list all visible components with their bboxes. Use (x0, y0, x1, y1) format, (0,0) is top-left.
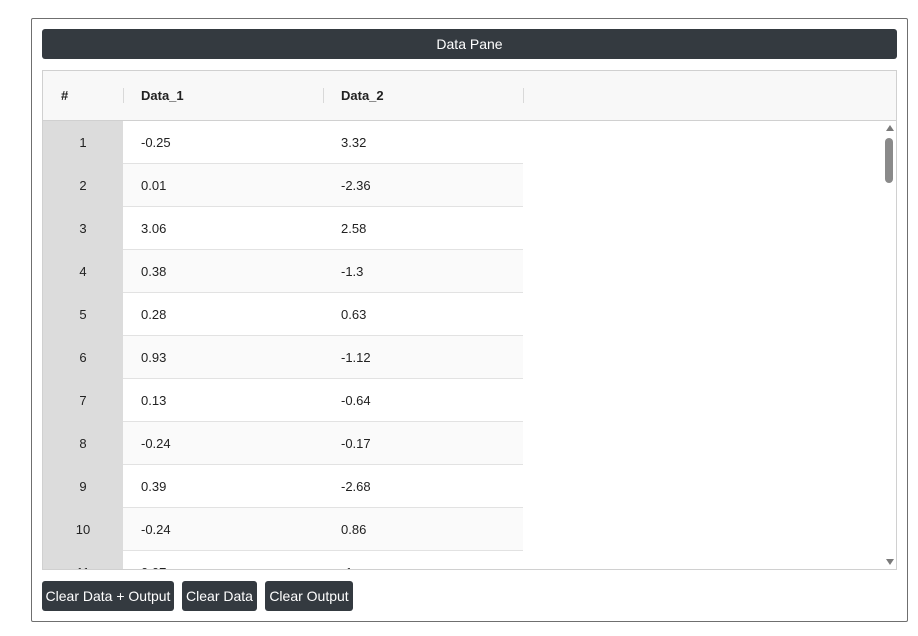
row-index-cell[interactable]: 6 (43, 336, 123, 379)
pane-title: Data Pane (42, 29, 897, 59)
data-pane: Data Pane # Data_1 Data_2 1 -0.25 3.32 2… (31, 18, 908, 622)
row-index-cell[interactable]: 10 (43, 508, 123, 551)
data-1-cell[interactable]: 0.93 (141, 336, 166, 378)
data-2-cell[interactable]: -2.68 (341, 465, 371, 507)
data-1-cell[interactable]: 3.06 (141, 207, 166, 249)
row-index-cell[interactable]: 4 (43, 250, 123, 293)
table-row[interactable]: 7 0.13 -0.64 (43, 379, 523, 422)
row-index-cell[interactable]: 7 (43, 379, 123, 422)
data-2-cell[interactable]: 2.58 (341, 207, 366, 249)
row-index-cell[interactable]: 1 (43, 121, 123, 164)
column-resize-handle[interactable] (323, 88, 324, 103)
table-row[interactable]: 10 -0.24 0.86 (43, 508, 523, 551)
data-2-cell[interactable]: -1.3 (341, 250, 363, 292)
row-index-cell[interactable]: 8 (43, 422, 123, 465)
column-header-data-2[interactable]: Data_2 (341, 71, 384, 120)
data-2-cell[interactable]: 3.32 (341, 121, 366, 163)
data-2-cell[interactable]: -2.36 (341, 164, 371, 206)
table-row[interactable]: 6 0.93 -1.12 (43, 336, 523, 379)
data-2-cell[interactable]: 0.63 (341, 293, 366, 335)
data-2-cell[interactable]: 0.86 (341, 508, 366, 550)
data-2-cell[interactable]: -1.12 (341, 336, 371, 378)
data-2-cell[interactable]: -1 (341, 551, 353, 570)
column-header-data-1[interactable]: Data_1 (141, 71, 184, 120)
row-index-cell[interactable]: 9 (43, 465, 123, 508)
data-1-cell[interactable]: 0.39 (141, 465, 166, 507)
data-2-cell[interactable]: -0.17 (341, 422, 371, 464)
grid-header: # Data_1 Data_2 (43, 71, 896, 121)
vertical-scrollbar[interactable] (883, 121, 896, 569)
data-grid: # Data_1 Data_2 1 -0.25 3.32 2 0.01 -2.3… (42, 70, 897, 570)
table-row[interactable]: 1 -0.25 3.32 (43, 121, 523, 164)
clear-output-button[interactable]: Clear Output (265, 581, 353, 611)
column-header-index[interactable]: # (61, 71, 68, 120)
table-row[interactable]: 3 3.06 2.58 (43, 207, 523, 250)
table-row[interactable]: 8 -0.24 -0.17 (43, 422, 523, 465)
row-index-cell[interactable]: 2 (43, 164, 123, 207)
scroll-up-arrow-icon[interactable] (886, 125, 894, 131)
table-row[interactable]: 11 0.07 -1 (43, 551, 523, 569)
clear-data-and-output-button[interactable]: Clear Data + Output (42, 581, 174, 611)
data-1-cell[interactable]: -0.25 (141, 121, 171, 163)
grid-body: 1 -0.25 3.32 2 0.01 -2.36 3 3.06 2.58 4 … (43, 121, 883, 569)
row-index-cell[interactable]: 11 (43, 551, 123, 569)
column-resize-handle[interactable] (523, 88, 524, 103)
column-resize-handle[interactable] (123, 88, 124, 103)
row-index-cell[interactable]: 3 (43, 207, 123, 250)
clear-data-button[interactable]: Clear Data (182, 581, 257, 611)
data-1-cell[interactable]: 0.38 (141, 250, 166, 292)
table-row[interactable]: 2 0.01 -2.36 (43, 164, 523, 207)
data-1-cell[interactable]: -0.24 (141, 422, 171, 464)
scrollbar-thumb[interactable] (885, 138, 893, 183)
scroll-down-arrow-icon[interactable] (886, 559, 894, 565)
data-1-cell[interactable]: -0.24 (141, 508, 171, 550)
data-1-cell[interactable]: 0.07 (141, 551, 166, 570)
row-index-cell[interactable]: 5 (43, 293, 123, 336)
data-1-cell[interactable]: 0.28 (141, 293, 166, 335)
data-2-cell[interactable]: -0.64 (341, 379, 371, 421)
table-row[interactable]: 9 0.39 -2.68 (43, 465, 523, 508)
data-1-cell[interactable]: 0.01 (141, 164, 166, 206)
table-row[interactable]: 5 0.28 0.63 (43, 293, 523, 336)
table-row[interactable]: 4 0.38 -1.3 (43, 250, 523, 293)
data-1-cell[interactable]: 0.13 (141, 379, 166, 421)
